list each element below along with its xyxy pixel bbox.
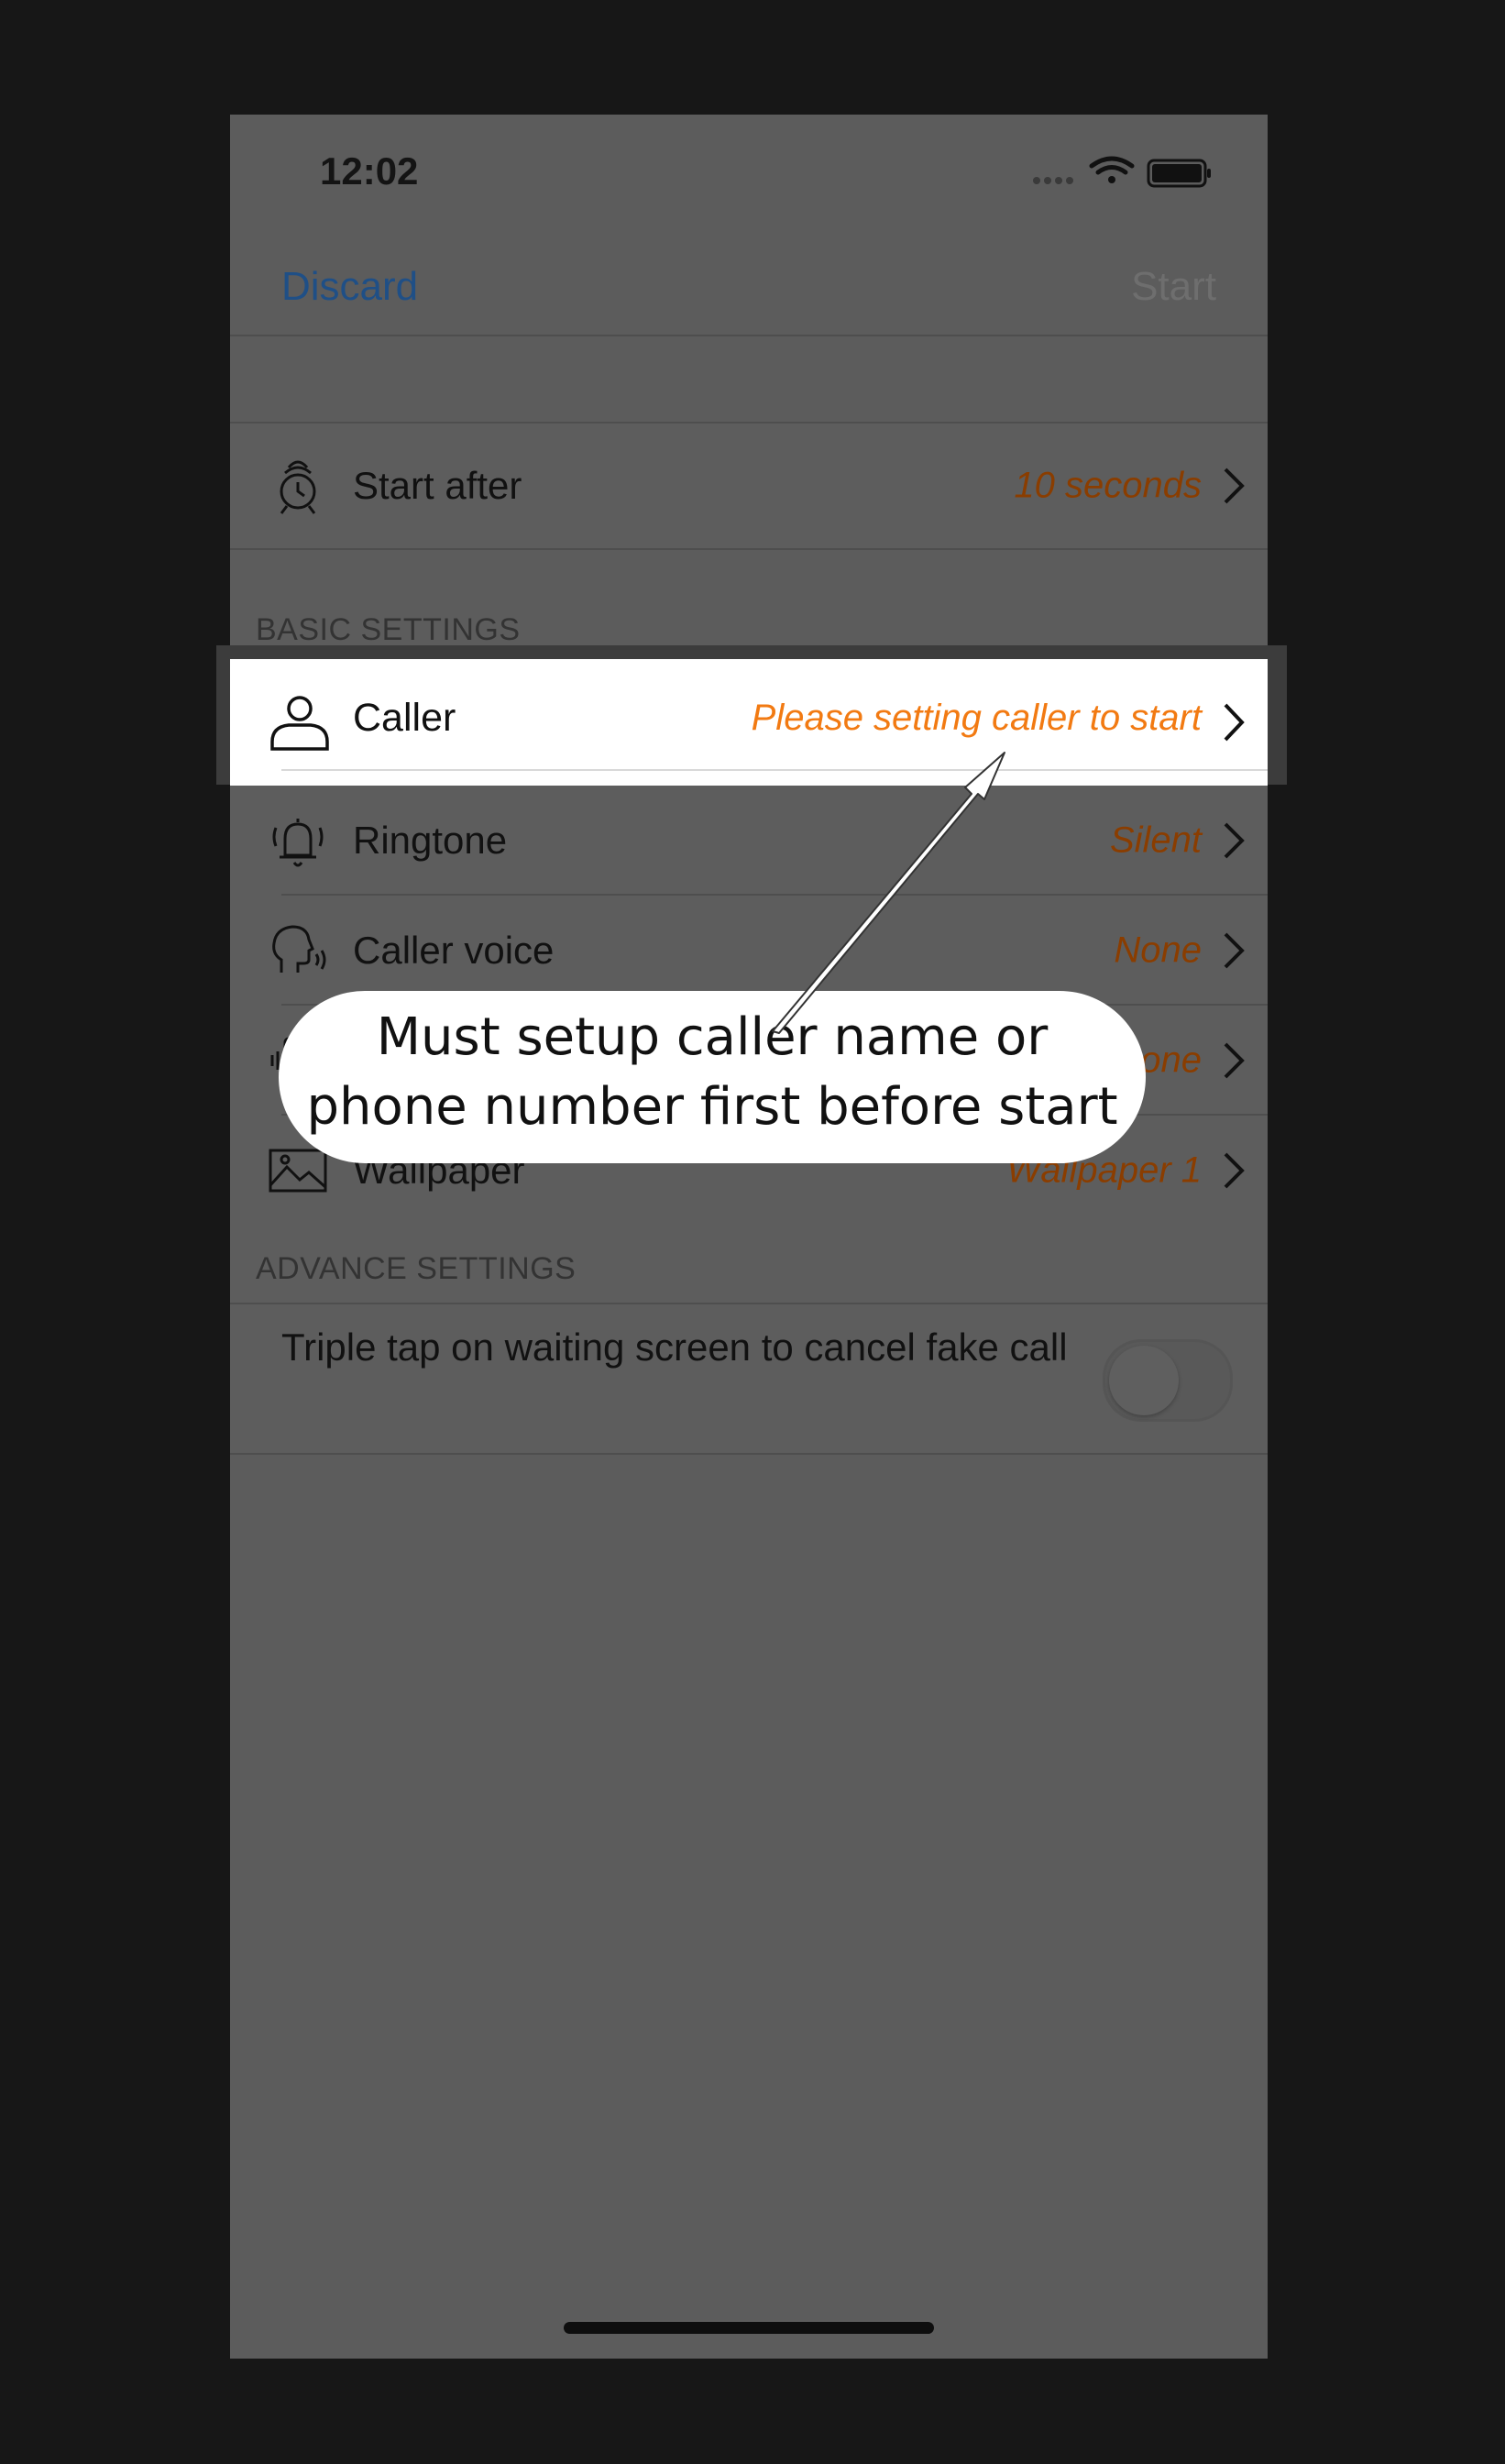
alarm-clock-icon — [280, 460, 316, 514]
start-button[interactable]: Start — [1131, 264, 1216, 310]
chevron-right-icon — [1224, 822, 1245, 859]
caller-row[interactable]: Caller Please setting caller to start — [230, 659, 1268, 786]
triple-tap-label: Triple tap on waiting screen to cancel f… — [281, 1326, 1068, 1369]
phone-screen: 12:02 Discard Start Start after 10 secon… — [230, 115, 1268, 2359]
start-after-row[interactable]: Start after 10 seconds — [230, 422, 1268, 550]
status-icons — [1031, 153, 1214, 194]
basic-settings-header: BASIC SETTINGS — [256, 612, 521, 647]
chevron-right-icon — [1224, 932, 1245, 969]
person-icon — [270, 696, 329, 751]
triple-tap-toggle[interactable] — [1103, 1339, 1233, 1422]
tutorial-callout: Must setup caller name or phone number f… — [279, 991, 1146, 1163]
nav-bar: Discard Start — [230, 223, 1268, 336]
caller-voice-value: None — [1114, 930, 1202, 971]
caller-voice-label: Caller voice — [353, 929, 555, 972]
caller-label: Caller — [353, 696, 456, 740]
advance-settings-header: ADVANCE SETTINGS — [256, 1251, 577, 1286]
chevron-right-icon — [1224, 1042, 1245, 1079]
ringtone-row[interactable]: Ringtone Silent — [230, 786, 1268, 896]
speaking-head-icon — [272, 925, 326, 973]
triple-tap-row: Triple tap on waiting screen to cancel f… — [230, 1303, 1268, 1455]
battery-icon — [1147, 159, 1211, 188]
ringtone-value: Silent — [1109, 820, 1202, 861]
home-indicator — [564, 2322, 934, 2334]
chevron-right-icon — [1224, 703, 1245, 742]
wifi-icon — [1089, 156, 1135, 183]
ringtone-label: Ringtone — [353, 819, 508, 862]
chevron-right-icon — [1224, 468, 1245, 504]
status-time: 12:02 — [320, 149, 419, 192]
start-after-label: Start after — [353, 464, 522, 507]
callout-line-1: Must setup caller name or — [376, 1007, 1049, 1067]
start-after-value: 10 seconds — [1014, 465, 1202, 506]
caller-voice-row[interactable]: Caller voice None — [230, 896, 1268, 1006]
bell-ringing-icon — [272, 819, 324, 867]
signal-icon — [1033, 177, 1073, 184]
chevron-right-icon — [1224, 1152, 1245, 1189]
caller-value: Please setting caller to start — [751, 698, 1202, 738]
discard-button[interactable]: Discard — [281, 264, 418, 310]
callout-line-2: phone number first before start — [306, 1077, 1118, 1137]
toggle-knob — [1109, 1346, 1179, 1415]
